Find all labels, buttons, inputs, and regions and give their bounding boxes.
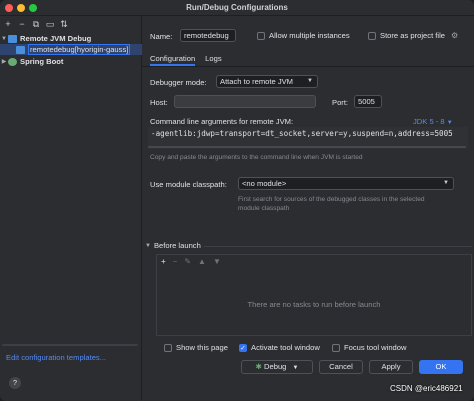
debug-button[interactable]: ✱ Debug ▼ <box>241 360 313 374</box>
chevron-down-icon[interactable]: ▼ <box>293 365 299 371</box>
copy-icon[interactable]: ⧉ <box>31 19 41 29</box>
activate-tool-window-checkbox[interactable]: ✓ <box>239 343 247 352</box>
before-launch-header[interactable]: ▼ Before launch <box>145 241 201 250</box>
focus-tool-window-option[interactable]: Focus tool window <box>332 343 406 352</box>
debugger-mode-dropdown[interactable]: Attach to remote JVM ▼ <box>216 75 318 88</box>
show-this-page-label: Show this page <box>176 343 228 352</box>
jdk-version-link[interactable]: JDK 5 - 8 ▼ <box>413 117 453 126</box>
run-debug-configurations-window: Run/Debug Configurations + − ⧉ ▭ ⇅ ▼ Rem… <box>0 0 474 401</box>
configurations-sidebar: + − ⧉ ▭ ⇅ ▼ Remote JVM Debug remotedebug… <box>0 16 142 401</box>
command-line-value: -agentlib:jdwp=transport=dt_socket,serve… <box>151 129 453 138</box>
module-classpath-label: Use module classpath: <box>150 180 227 189</box>
remote-debug-icon <box>8 34 17 43</box>
remote-debug-icon <box>16 45 25 54</box>
move-down-icon[interactable]: ▼ <box>213 257 221 266</box>
debug-button-label: Debug <box>264 362 287 371</box>
gear-icon[interactable]: ⚙ <box>451 31 458 40</box>
store-as-project-file-checkbox[interactable] <box>368 31 376 40</box>
command-line-label: Command line arguments for remote JVM: <box>150 117 294 126</box>
move-up-icon[interactable]: ▲ <box>198 257 206 266</box>
chevron-down-icon[interactable]: ▼ <box>145 243 151 249</box>
save-icon[interactable]: ▭ <box>45 19 55 29</box>
port-field[interactable]: 5005 <box>354 95 382 108</box>
focus-tool-window-checkbox[interactable] <box>332 343 340 352</box>
tab-logs[interactable]: Logs <box>205 52 221 66</box>
remove-icon[interactable]: − <box>17 19 27 29</box>
sort-icon[interactable]: ⇅ <box>59 19 69 29</box>
store-as-project-file-option[interactable]: Store as project file ⚙ <box>368 31 458 40</box>
configurations-toolbar: + − ⧉ ▭ ⇅ <box>3 18 69 30</box>
horizontal-scrollbar[interactable] <box>2 344 138 346</box>
module-hint-line1: First search for sources of the debugged… <box>238 196 425 203</box>
remove-task-icon[interactable]: − <box>173 257 178 266</box>
jdk-version-label: JDK 5 - 8 <box>413 117 445 126</box>
debugger-mode-value: Attach to remote JVM <box>220 77 294 86</box>
debugger-mode-label: Debugger mode: <box>150 78 207 87</box>
tree-group-label: Spring Boot <box>20 57 64 66</box>
show-this-page-checkbox[interactable] <box>164 343 172 352</box>
name-field[interactable]: remotedebug <box>180 29 236 42</box>
before-launch-tasks-panel: + − ✎ ▲ ▼ There are no tasks to run befo… <box>156 254 472 336</box>
command-line-field[interactable]: -agentlib:jdwp=transport=dt_socket,serve… <box>148 127 468 149</box>
ok-button[interactable]: OK <box>419 360 463 374</box>
command-line-hint: Copy and paste the arguments to the comm… <box>150 154 363 161</box>
allow-multiple-instances-checkbox[interactable] <box>257 31 265 40</box>
tasks-toolbar: + − ✎ ▲ ▼ <box>161 257 221 266</box>
tree-group-remote-jvm-debug[interactable]: ▼ Remote JVM Debug <box>0 33 142 44</box>
add-task-icon[interactable]: + <box>161 257 166 266</box>
config-tabs: Configuration Logs <box>150 52 222 66</box>
chevron-down-icon[interactable]: ▼ <box>0 36 8 42</box>
chevron-down-icon: ▼ <box>443 180 449 186</box>
chevron-down-icon: ▼ <box>446 120 453 126</box>
edit-configuration-templates-link[interactable]: Edit configuration templates... <box>6 353 106 362</box>
name-label: Name: <box>150 32 173 41</box>
module-hint-line2: module classpath <box>238 205 290 212</box>
help-button[interactable]: ? <box>9 377 21 389</box>
before-launch-label: Before launch <box>153 241 201 250</box>
show-this-page-option[interactable]: Show this page <box>164 343 228 352</box>
module-classpath-dropdown[interactable]: <no module> ▼ <box>238 177 454 190</box>
tree-group-spring-boot[interactable]: ▶ Spring Boot <box>0 56 142 67</box>
chevron-down-icon: ▼ <box>307 78 313 84</box>
allow-multiple-instances-label: Allow multiple instances <box>269 31 350 40</box>
spring-boot-icon <box>8 57 17 66</box>
debug-icon: ✱ <box>255 362 262 371</box>
window-title: Run/Debug Configurations <box>186 3 288 12</box>
activate-tool-window-option[interactable]: ✓ Activate tool window <box>239 343 320 352</box>
command-line-scrollbar[interactable] <box>148 146 466 148</box>
add-icon[interactable]: + <box>3 19 13 29</box>
port-label: Port: <box>332 98 349 107</box>
edit-task-icon[interactable]: ✎ <box>184 257 191 266</box>
allow-multiple-instances-option[interactable]: Allow multiple instances <box>257 31 350 40</box>
host-field[interactable] <box>174 95 316 108</box>
store-as-project-file-label: Store as project file <box>380 31 445 40</box>
watermark-text: CSDN @eric486921 <box>390 384 463 393</box>
module-classpath-value: <no module> <box>242 179 287 188</box>
host-label: Host: <box>150 98 168 107</box>
activate-tool-window-label: Activate tool window <box>251 343 320 352</box>
focus-tool-window-label: Focus tool window <box>344 343 407 352</box>
configuration-editor: Name: remotedebug Allow multiple instanc… <box>142 16 474 401</box>
tab-divider <box>142 66 474 67</box>
chevron-right-icon[interactable]: ▶ <box>0 58 8 65</box>
cancel-button[interactable]: Cancel <box>319 360 363 374</box>
tree-group-label: Remote JVM Debug <box>20 34 92 43</box>
tree-item-remotedebug[interactable]: remotedebug[hyorigin-gauss] <box>0 44 142 55</box>
before-launch-divider <box>204 246 472 247</box>
tab-configuration[interactable]: Configuration <box>150 52 196 66</box>
apply-button[interactable]: Apply <box>369 360 413 374</box>
title-bar: Run/Debug Configurations <box>0 0 474 16</box>
no-tasks-message: There are no tasks to run before launch <box>247 300 381 309</box>
tree-item-label: remotedebug[hyorigin-gauss] <box>28 44 131 55</box>
